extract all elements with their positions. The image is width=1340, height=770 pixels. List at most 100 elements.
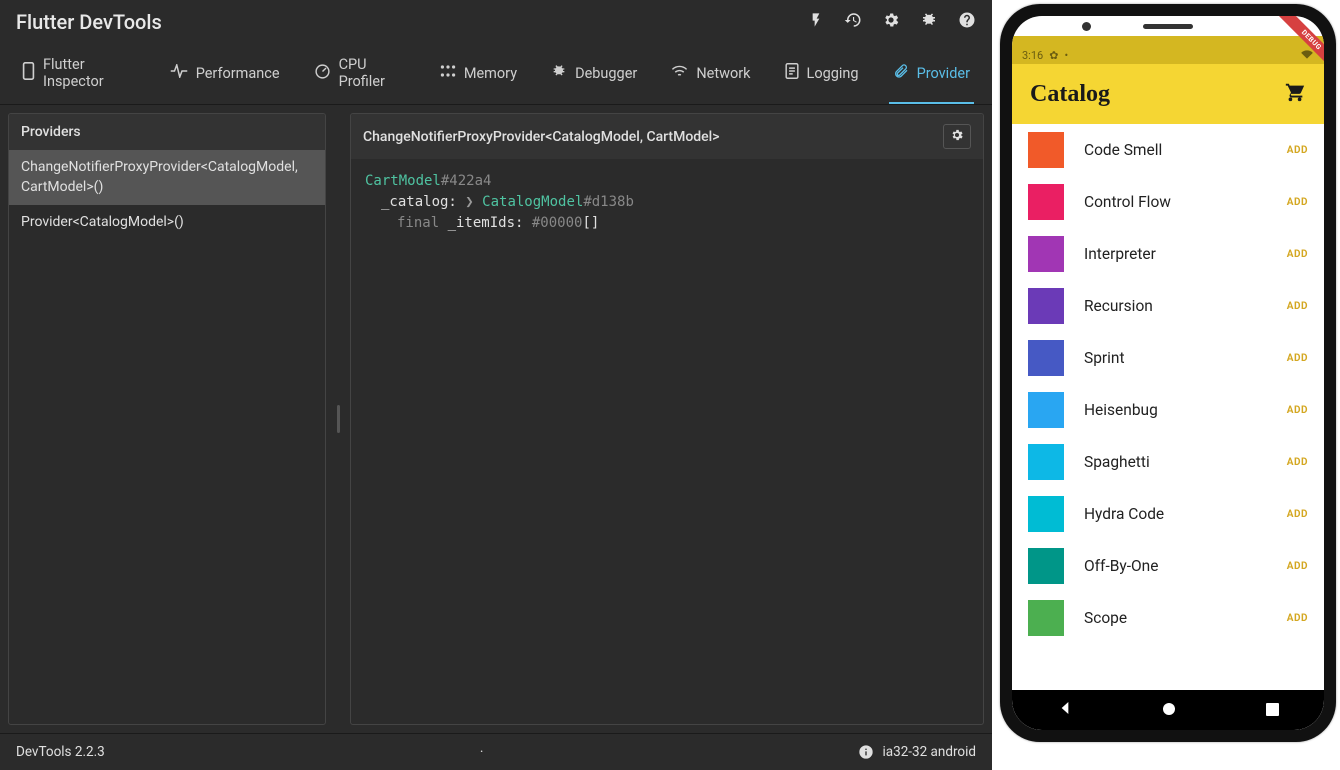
catalog-row: Hydra Code ADD (1012, 488, 1324, 540)
item-name: Spaghetti (1084, 453, 1267, 471)
tab-label: Memory (464, 65, 517, 82)
panel-splitter[interactable] (334, 113, 342, 725)
color-swatch (1028, 288, 1064, 324)
item-name: Off-By-One (1084, 557, 1267, 575)
item-name: Sprint (1084, 349, 1267, 367)
settings-icon[interactable] (882, 11, 900, 34)
root-type[interactable]: CartModel (365, 173, 441, 189)
phone-icon (22, 62, 35, 84)
catalog-row: Off-By-One ADD (1012, 540, 1324, 592)
devtools-tabs: Flutter Inspector Performance CPU Profiler… (0, 40, 992, 105)
tab-performance[interactable]: Performance (166, 48, 284, 104)
footer-dot: · (480, 744, 484, 760)
catalog-title: Catalog (1030, 81, 1110, 108)
tab-label: Flutter Inspector (43, 56, 136, 90)
tab-memory[interactable]: Memory (436, 48, 521, 104)
tab-provider[interactable]: Provider (889, 48, 974, 104)
catalog-list[interactable]: Code Smell ADD Control Flow ADD Interpreter A… (1012, 124, 1324, 690)
phone-hardware-top (1012, 16, 1324, 36)
color-swatch (1028, 548, 1064, 584)
root-hash: #422a4 (441, 173, 492, 189)
color-swatch (1028, 444, 1064, 480)
add-button[interactable]: ADD (1287, 405, 1308, 416)
item-name: Hydra Code (1084, 505, 1267, 523)
tab-label: Debugger (575, 65, 637, 82)
add-button[interactable]: ADD (1287, 457, 1308, 468)
color-swatch (1028, 496, 1064, 532)
catalog-row: Heisenbug ADD (1012, 384, 1324, 436)
header-actions (808, 11, 976, 34)
color-swatch (1028, 600, 1064, 636)
doc-icon (785, 63, 799, 83)
gauge-icon (314, 63, 331, 84)
phone-screen: 3:16 ✿ • DEBUG Catalog Code SmellADDCont… (1012, 16, 1324, 730)
tab-label: Provider (917, 65, 970, 82)
status-time: 3:16 (1022, 49, 1043, 62)
item-name: Code Smell (1084, 141, 1267, 159)
catalog-row: Spaghetti ADD (1012, 436, 1324, 488)
field-row[interactable]: final _itemIds: #00000[] (365, 213, 969, 234)
add-button[interactable]: ADD (1287, 613, 1308, 624)
phone-frame: 3:16 ✿ • DEBUG Catalog Code SmellADDCont… (1000, 4, 1336, 742)
add-button[interactable]: ADD (1287, 145, 1308, 156)
color-swatch (1028, 132, 1064, 168)
nav-home-icon[interactable] (1162, 701, 1176, 720)
add-button[interactable]: ADD (1287, 561, 1308, 572)
flash-icon[interactable] (808, 11, 824, 34)
nav-back-icon[interactable] (1057, 700, 1073, 720)
provider-item[interactable]: Provider<CatalogModel>() (9, 205, 325, 241)
devtools-header: Flutter DevTools (0, 0, 992, 40)
detail-panel: ChangeNotifierProxyProvider<CatalogModel… (350, 113, 984, 725)
pulse-icon (170, 64, 188, 82)
android-nav-bar (1012, 690, 1324, 730)
status-wifi-icon (1300, 49, 1314, 62)
item-name: Recursion (1084, 297, 1267, 315)
target-info: ia32-32 android (858, 744, 976, 760)
tab-label: Performance (196, 65, 280, 82)
add-button[interactable]: ADD (1287, 249, 1308, 260)
status-bar: 3:16 ✿ • (1012, 36, 1324, 64)
tab-network[interactable]: Network (667, 48, 754, 104)
item-name: Interpreter (1084, 245, 1267, 263)
history-icon[interactable] (844, 11, 862, 34)
add-button[interactable]: ADD (1287, 509, 1308, 520)
catalog-row: Code Smell ADD (1012, 124, 1324, 176)
app-bar: Catalog (1012, 64, 1324, 124)
tab-flutter-inspector[interactable]: Flutter Inspector (18, 48, 140, 104)
tab-debugger[interactable]: Debugger (547, 48, 641, 104)
providers-panel-title: Providers (9, 114, 325, 150)
catalog-row: Control Flow ADD (1012, 176, 1324, 228)
item-name: Scope (1084, 609, 1267, 627)
catalog-row: Recursion ADD (1012, 280, 1324, 332)
detail-panel-title: ChangeNotifierProxyProvider<CatalogModel… (363, 129, 720, 145)
color-swatch (1028, 184, 1064, 220)
devtools-version: DevTools 2.2.3 (16, 744, 105, 760)
bug-icon (551, 63, 567, 83)
item-name: Heisenbug (1084, 401, 1267, 419)
dots-icon (440, 64, 456, 82)
tab-cpu-profiler[interactable]: CPU Profiler (310, 48, 410, 104)
status-settings-icon: ✿ (1049, 49, 1058, 62)
wifi-icon (671, 64, 688, 82)
bug-icon[interactable] (920, 11, 938, 34)
tab-label: Logging (807, 65, 859, 82)
tab-label: Network (696, 65, 750, 82)
add-button[interactable]: ADD (1287, 197, 1308, 208)
add-button[interactable]: ADD (1287, 301, 1308, 312)
color-swatch (1028, 236, 1064, 272)
tab-logging[interactable]: Logging (781, 48, 863, 104)
help-icon[interactable] (958, 11, 976, 34)
clip-icon (893, 63, 909, 83)
provider-item[interactable]: ChangeNotifierProxyProvider<CatalogModel… (9, 150, 325, 205)
cart-icon[interactable] (1284, 81, 1306, 107)
devtools-window: Flutter DevTools Flutter Inspector Perfor… (0, 0, 992, 770)
add-button[interactable]: ADD (1287, 353, 1308, 364)
nav-recent-icon[interactable] (1266, 701, 1279, 720)
panel-settings-icon[interactable] (943, 124, 971, 149)
catalog-row: Interpreter ADD (1012, 228, 1324, 280)
tab-label: CPU Profiler (339, 56, 406, 90)
item-name: Control Flow (1084, 193, 1267, 211)
catalog-row: Sprint ADD (1012, 332, 1324, 384)
field-row[interactable]: _catalog: ❯ CatalogModel#d138b (365, 192, 969, 213)
devtools-footer: DevTools 2.2.3 · ia32-32 android (0, 733, 992, 770)
